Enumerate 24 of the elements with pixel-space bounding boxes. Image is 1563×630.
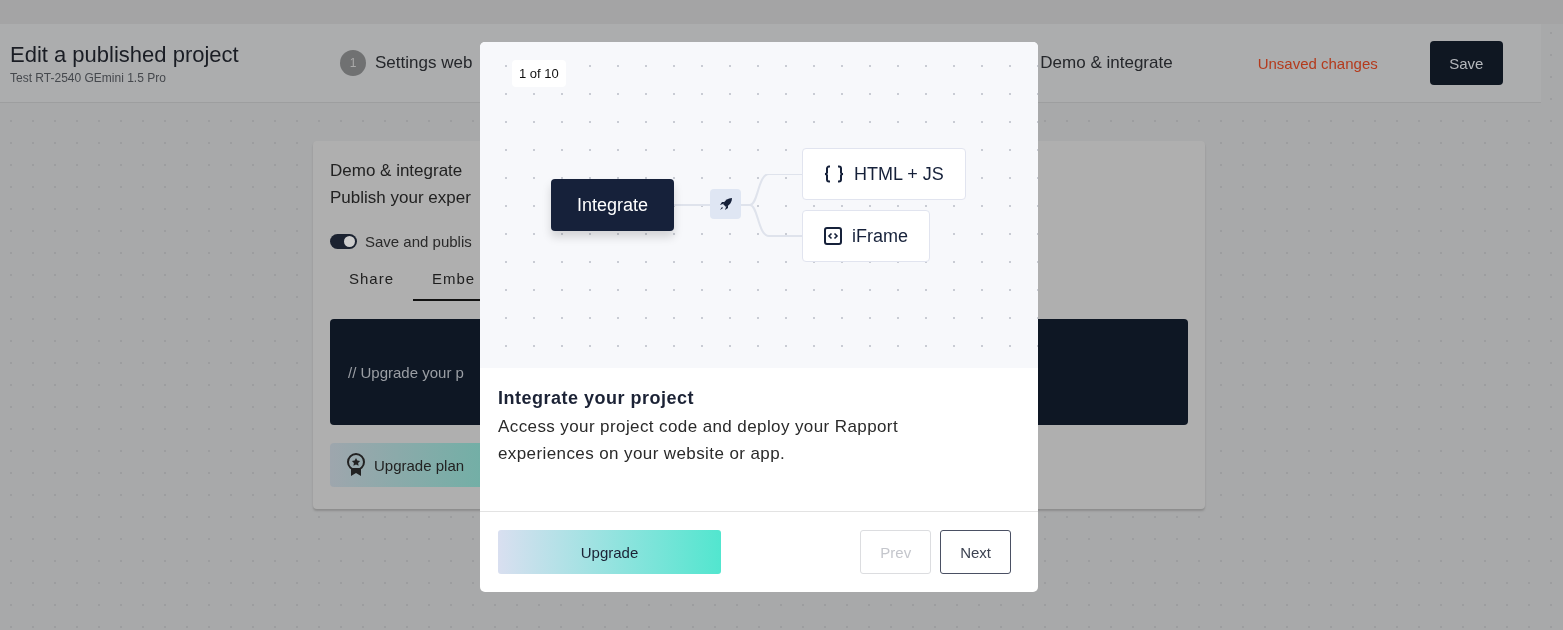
upgrade-button[interactable]: Upgrade bbox=[498, 530, 721, 574]
dialog-title: Integrate your project bbox=[498, 388, 696, 409]
next-button[interactable]: Next bbox=[940, 530, 1011, 574]
step[interactable]: 1 Settings web bbox=[340, 50, 473, 76]
award-icon bbox=[346, 453, 366, 477]
rocket-icon bbox=[710, 189, 741, 219]
toggle-switch[interactable] bbox=[330, 234, 357, 249]
card-title: Demo & integrate bbox=[330, 161, 463, 181]
project-name: Test RT-2540 GEmini 1.5 Pro bbox=[10, 70, 167, 85]
code-window-icon bbox=[824, 227, 842, 245]
page-title: Edit a published project bbox=[10, 41, 240, 68]
toggle-label: Save and publis bbox=[365, 233, 472, 250]
braces-icon bbox=[824, 165, 844, 183]
code-comment: // Upgrade your p bbox=[348, 363, 464, 381]
diagram-node: HTML + JS bbox=[802, 148, 966, 200]
tab[interactable]: Share bbox=[330, 262, 414, 301]
diagram-node: iFrame bbox=[802, 210, 930, 262]
save-button[interactable]: Save bbox=[1429, 41, 1503, 85]
step[interactable]: Demo & integrate bbox=[1040, 53, 1173, 73]
diagram-node: Integrate bbox=[551, 179, 674, 231]
step-counter: 1 of 10 bbox=[512, 60, 566, 87]
card-subtitle: Publish your exper bbox=[330, 188, 471, 208]
unsaved-status: Unsaved changes bbox=[1257, 54, 1378, 72]
step-number: 1 bbox=[340, 50, 366, 76]
